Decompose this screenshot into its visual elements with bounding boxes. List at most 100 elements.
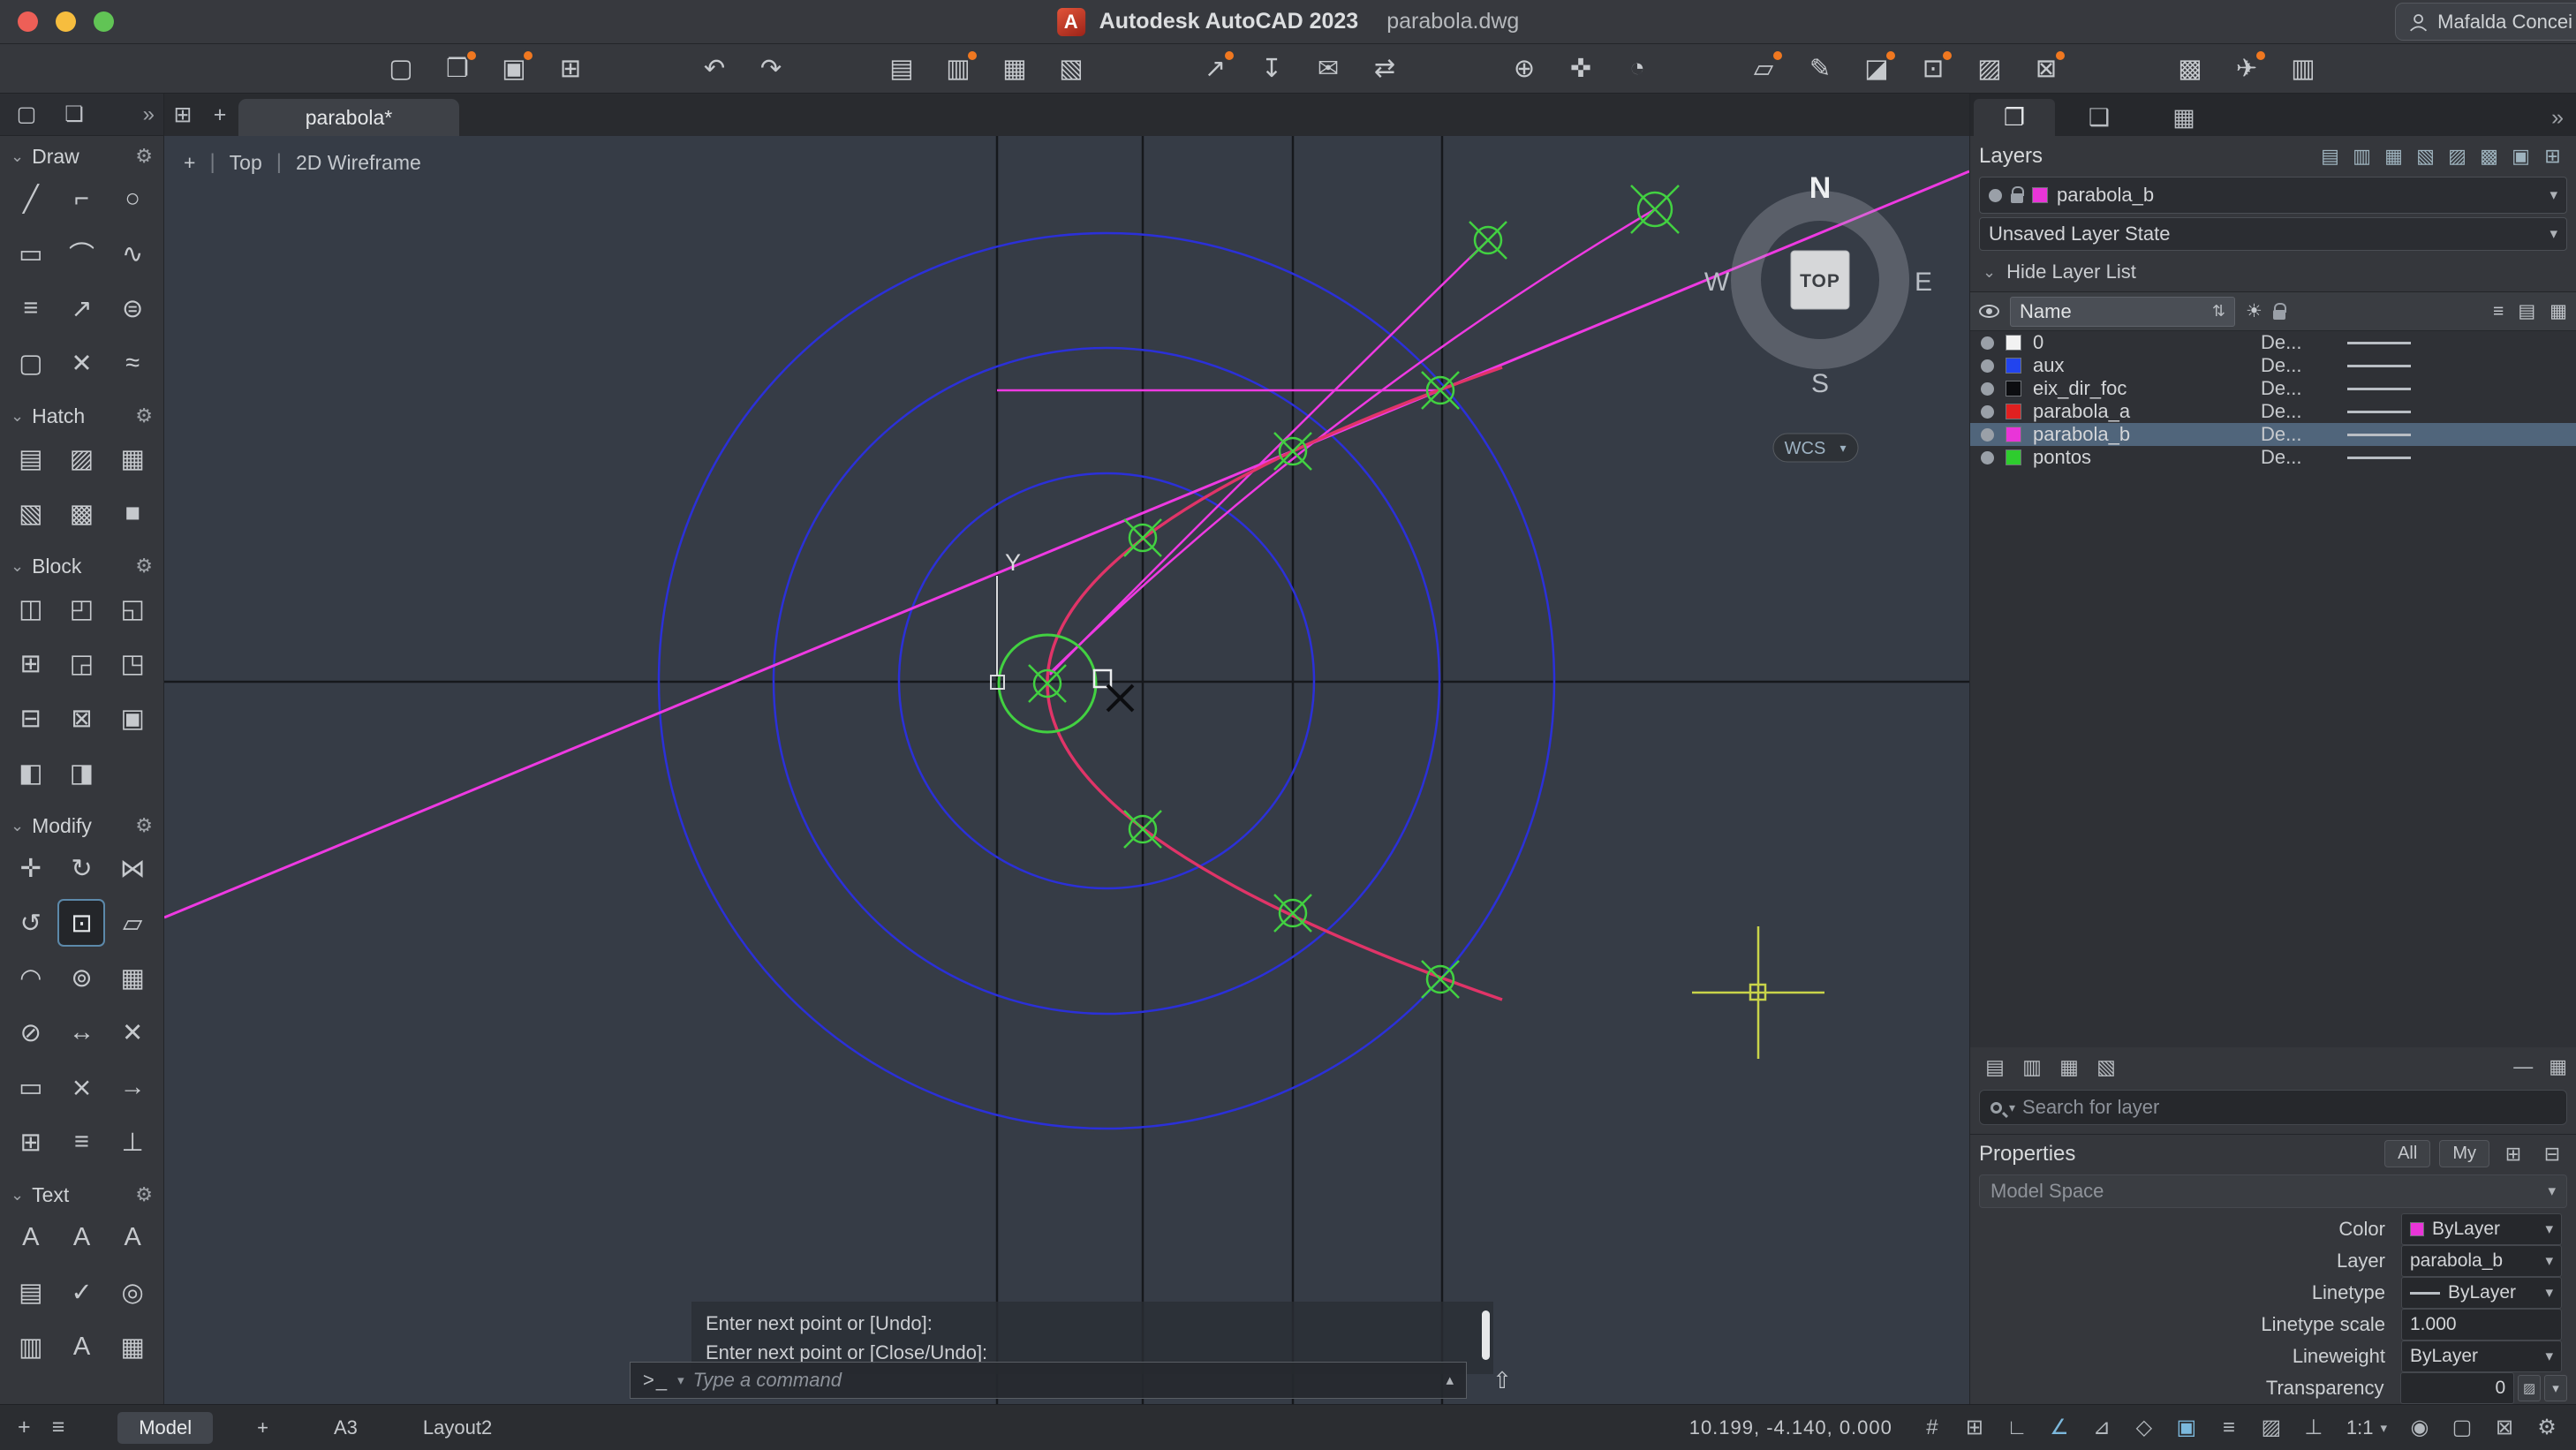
command-options-caret-icon[interactable]: ▾ <box>677 1372 684 1388</box>
space-dropdown[interactable]: Model Space ▾ <box>1979 1174 2567 1208</box>
point-marker[interactable] <box>1029 665 1066 702</box>
panel-layout-icon[interactable]: ❏ <box>57 98 92 132</box>
pin-panel-icon[interactable]: ⊟ <box>2537 1140 2567 1168</box>
layer-translator-icon[interactable]: ⊞ <box>2538 143 2567 170</box>
count-icon[interactable]: ⊡ <box>1912 49 1954 89</box>
property-value-linetype[interactable]: ByLayer▾ <box>2401 1277 2562 1309</box>
dwg-compare-icon[interactable]: ◪ <box>1855 49 1898 89</box>
polygon-tool[interactable]: ▢ <box>9 341 53 385</box>
model-space-canvas[interactable]: Y N W E S T <box>164 136 1969 1404</box>
viewcube-south[interactable]: S <box>1811 369 1829 398</box>
create-block-tool[interactable]: ◰ <box>59 586 103 631</box>
layer-merge-icon[interactable]: ▣ <box>2506 143 2535 170</box>
clean-screen-icon[interactable]: ⊠ <box>2486 1410 2523 1446</box>
ellipse-tool[interactable]: ⊜ <box>110 286 155 330</box>
layer-status-icon[interactable] <box>1981 451 1994 464</box>
layer-states-icon[interactable]: ▩ <box>2474 143 2504 170</box>
layer-off-icon[interactable]: ▥ <box>2347 143 2376 170</box>
scale-tool[interactable]: ▱ <box>110 901 155 945</box>
content-palette-icon[interactable]: ▩ <box>2169 49 2211 89</box>
layer-status-icon[interactable] <box>1981 428 1994 442</box>
sheet-set-icon[interactable]: ▨ <box>1968 49 2011 89</box>
match-properties-tool[interactable]: ≡ <box>59 1120 103 1164</box>
list-view-icon[interactable]: ▤ <box>2518 300 2535 322</box>
filter-my-button[interactable]: My <box>2439 1140 2489 1167</box>
layer-row-aux[interactable]: auxDe... <box>1970 354 2576 377</box>
point-marker[interactable] <box>1124 519 1161 556</box>
open-icon[interactable]: ❐ <box>436 49 479 89</box>
property-input-transparency[interactable] <box>2409 1378 2506 1399</box>
dynamic-ucs-icon[interactable]: ⊥ <box>2295 1410 2332 1446</box>
drawing-tab-parabola[interactable]: parabola* <box>238 99 459 136</box>
layout-tab-layout2[interactable]: Layout2 <box>402 1412 513 1444</box>
parabola-curve[interactable] <box>1047 367 1502 1000</box>
grid-display-icon[interactable]: # <box>1914 1410 1951 1446</box>
point-marker[interactable] <box>1631 185 1679 233</box>
boundary-tool[interactable]: ▩ <box>59 491 103 535</box>
menu-icon[interactable]: ≡ <box>52 1415 65 1440</box>
viewcube-west[interactable]: W <box>1704 268 1730 297</box>
join-tool[interactable]: → <box>110 1065 155 1109</box>
wcs-dropdown[interactable]: WCS ▾ <box>1773 434 1858 462</box>
rectangle-tool[interactable]: ▭ <box>9 231 53 276</box>
layer-status-icon[interactable] <box>1981 405 1994 419</box>
lineweight-display-icon[interactable]: ≡ <box>2210 1410 2247 1446</box>
chamfer-tool[interactable]: ⊥ <box>110 1120 155 1164</box>
hide-layer-list-toggle[interactable]: ⌄ Hide Layer List <box>1970 254 2576 290</box>
offset-tool[interactable]: ⊚ <box>59 955 103 1000</box>
property-value-layer[interactable]: parabola_b▾ <box>2401 1245 2562 1277</box>
section-header-block[interactable]: ⌄Block⚙ <box>0 546 163 586</box>
layout-tab-+[interactable]: + <box>236 1412 290 1444</box>
property-value-color[interactable]: ByLayer▾ <box>2401 1213 2562 1245</box>
palette-overflow-icon[interactable]: » <box>2551 105 2572 136</box>
multiline-text-tool[interactable]: A <box>9 1215 53 1259</box>
transparency-display-icon[interactable]: ▨ <box>2253 1410 2290 1446</box>
move-tool[interactable]: ✛ <box>9 846 53 890</box>
pan-icon[interactable]: ✜ <box>1560 49 1602 89</box>
property-value-linetype-scale[interactable] <box>2401 1309 2562 1340</box>
define-attribute-tool[interactable]: ◲ <box>59 641 103 685</box>
hatch-pattern-tool[interactable]: ▤ <box>9 436 53 480</box>
insert-block-tool[interactable]: ◫ <box>9 586 53 631</box>
layer-status-icon[interactable] <box>1981 382 1994 396</box>
property-value-lineweight[interactable]: ByLayer▾ <box>2401 1340 2562 1372</box>
current-layer-dropdown[interactable]: parabola_b ▾ <box>1979 177 2567 214</box>
customization-gear-icon[interactable]: ⚙ <box>2528 1410 2565 1446</box>
tab-overview-icon[interactable]: ⊞ <box>164 97 201 132</box>
add-tool-icon[interactable]: + <box>18 1415 31 1440</box>
zoom-window-button[interactable] <box>94 11 114 32</box>
layer-freeze-icon[interactable]: ▧ <box>2411 143 2440 170</box>
new-drawing-tab-button[interactable]: + <box>201 97 238 132</box>
attach-xref-tool[interactable]: ◨ <box>59 751 103 795</box>
layer-color-swatch[interactable] <box>2006 381 2021 396</box>
layer-row-eix_dir_foc[interactable]: eix_dir_focDe... <box>1970 377 2576 400</box>
section-header-modify[interactable]: ⌄Modify⚙ <box>0 805 163 846</box>
manage-attributes-tool[interactable]: ⊟ <box>9 696 53 740</box>
share-view-icon[interactable]: ⇄ <box>1364 49 1406 89</box>
gear-icon[interactable]: ⚙ <box>135 404 153 427</box>
tool-sets-palette-tab[interactable]: ▦ <box>2143 99 2225 136</box>
point-marker[interactable] <box>1422 372 1459 409</box>
ortho-mode-icon[interactable]: ∟ <box>1998 1410 2036 1446</box>
export-dwf-icon[interactable]: ↗ <box>1194 49 1236 89</box>
solid-fill-tool[interactable]: ■ <box>110 491 155 535</box>
hatch-cross-tool[interactable]: ▦ <box>110 436 155 480</box>
layer-search-input[interactable] <box>2022 1096 2556 1119</box>
transparency-caret-button[interactable]: ▾ <box>2544 1375 2567 1401</box>
minimize-icon[interactable]: — <box>2513 1055 2533 1078</box>
name-column-header[interactable]: Name ⇅ <box>2010 297 2235 327</box>
command-expand-icon[interactable]: ▴ <box>1446 1371 1454 1389</box>
snap-mode-icon[interactable]: ⊞ <box>1956 1410 1993 1446</box>
ray-tool[interactable]: ↗ <box>59 286 103 330</box>
object-snap-tracking-icon[interactable]: ◇ <box>2126 1410 2163 1446</box>
hatch-user-tool[interactable]: ▨ <box>59 436 103 480</box>
property-input-linetype-scale[interactable] <box>2410 1314 2553 1335</box>
search-caret-icon[interactable]: ▾ <box>2009 1100 2015 1115</box>
extend-tool[interactable]: ▭ <box>9 1065 53 1109</box>
lock-column-icon[interactable] <box>2273 310 2285 320</box>
notifications-icon[interactable]: ▥ <box>2282 49 2324 89</box>
filter-all-button[interactable]: All <box>2384 1140 2430 1167</box>
new-layer-state-icon[interactable]: ▥ <box>2016 1052 2048 1082</box>
construction-curve-1[interactable] <box>1050 209 1655 673</box>
mirror-tool[interactable]: ⋈ <box>110 846 155 890</box>
